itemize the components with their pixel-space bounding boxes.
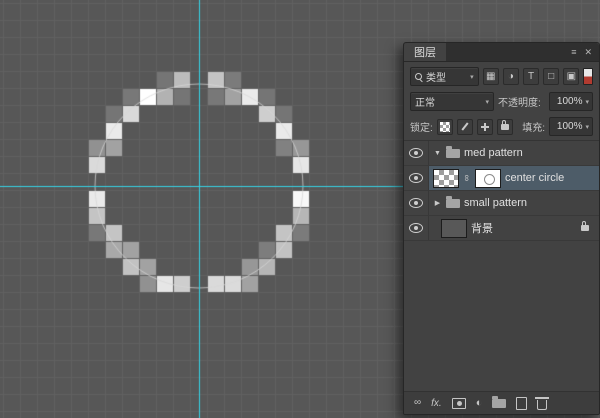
blend-row: 正常 ▾ 不透明度: 100% ▾ [410,92,593,111]
lock-pixels-button[interactable] [457,119,473,135]
opacity-label: 不透明度: [498,94,541,109]
image-icon: ▦ [486,72,495,82]
lock-position-button[interactable] [477,119,493,135]
new-group-button[interactable] [492,399,506,408]
filter-kind-dropdown[interactable]: 类型 ▾ [410,67,479,86]
filter-kind-label: 类型 [426,69,446,84]
folder-icon [446,199,460,208]
lock-all-button[interactable] [497,119,513,135]
chevron-down-icon: ▾ [585,98,589,106]
layer-name[interactable]: center circle [505,172,564,184]
layer-style-button[interactable]: fx. [431,398,442,409]
layer-row-background[interactable]: 背景 [404,216,599,241]
fill-value: 100% [557,121,583,132]
blend-mode-dropdown[interactable]: 正常 ▾ [410,92,494,111]
fill-value-box[interactable]: 100% ▾ [549,117,593,136]
panel-menu-icon[interactable]: ≡ [571,48,576,57]
layers-panel: 图层 ≡ ✕ 类型 ▾ ▦ ◑ T □ ▣ [403,42,600,415]
fill-label: 填充: [522,119,545,134]
photoshop-workspace: 图层 ≡ ✕ 类型 ▾ ▦ ◑ T □ ▣ [0,0,600,418]
folder-icon [446,149,460,158]
smart-object-icon: ▣ [567,72,576,82]
layers-panel-title: 图层 [414,44,436,60]
layer-thumbnail[interactable] [441,219,467,238]
disclosure-closed-icon[interactable]: ▶ [433,199,442,207]
chevron-down-icon: ▾ [585,123,589,131]
visibility-toggle[interactable] [404,141,429,165]
move-icon [480,122,490,132]
transparency-icon [440,122,450,132]
filter-pixel-layers-button[interactable]: ▦ [483,68,499,85]
eye-icon [409,223,423,233]
type-icon: T [528,72,534,82]
shape-icon: □ [548,72,554,82]
brush-icon [460,122,470,132]
opacity-value: 100% [557,96,583,107]
panel-close-icon[interactable]: ✕ [584,48,592,57]
lock-transparency-button[interactable] [437,119,453,135]
blend-mode-value: 正常 [415,94,435,109]
filter-row: 类型 ▾ ▦ ◑ T □ ▣ [410,67,593,86]
filter-type-layers-button[interactable]: T [523,68,539,85]
eye-icon [409,173,423,183]
layers-panel-footer: ∞ fx. ◐ [404,391,599,414]
new-adjustment-layer-button[interactable]: ◐ [476,398,483,409]
disclosure-open-icon[interactable]: ▼ [433,150,442,157]
delete-layer-button[interactable] [537,400,547,410]
visibility-toggle[interactable] [404,216,429,240]
chevron-down-icon: ▾ [470,73,474,81]
lock-row: 锁定: 填充: 100% ▾ [410,117,593,136]
lock-icon [501,124,509,130]
chevron-down-icon: ▾ [485,98,489,106]
search-icon [415,73,422,80]
layer-name[interactable]: med pattern [464,147,523,159]
lock-label: 锁定: [410,119,433,134]
layer-list: ▼ med pattern ∞ center circle ▶ [404,141,599,391]
tab-layers[interactable]: 图层 [404,43,446,61]
visibility-toggle[interactable] [404,191,429,215]
layers-panel-options: 类型 ▾ ▦ ◑ T □ ▣ 正常 ▾ 不透明度: 100% ▾ [404,62,599,141]
layer-row-small-pattern[interactable]: ▶ small pattern [404,191,599,216]
filter-shape-layers-button[interactable]: □ [543,68,559,85]
mask-link-icon: ∞ [462,174,472,182]
layer-thumbnail[interactable] [433,169,459,188]
opacity-value-box[interactable]: 100% ▾ [549,92,593,111]
background-lock-icon [581,225,589,231]
filter-switch-toggle[interactable] [583,68,593,85]
link-layers-button[interactable]: ∞ [414,398,421,408]
filter-adjustment-layers-button[interactable]: ◑ [503,68,519,85]
layer-name[interactable]: 背景 [471,220,493,236]
layer-name[interactable]: small pattern [464,197,527,209]
layer-row-med-pattern[interactable]: ▼ med pattern [404,141,599,166]
layer-row-center-circle[interactable]: ∞ center circle [404,166,599,191]
filter-smart-objects-button[interactable]: ▣ [563,68,579,85]
eye-icon [409,198,423,208]
new-layer-button[interactable] [516,397,527,410]
add-layer-mask-button[interactable] [452,398,466,409]
vector-mask-thumbnail[interactable] [475,169,501,188]
layers-panel-titlebar: 图层 ≡ ✕ [404,43,599,62]
visibility-toggle[interactable] [404,166,429,190]
adjustment-icon: ◑ [508,72,514,82]
eye-icon [409,148,423,158]
